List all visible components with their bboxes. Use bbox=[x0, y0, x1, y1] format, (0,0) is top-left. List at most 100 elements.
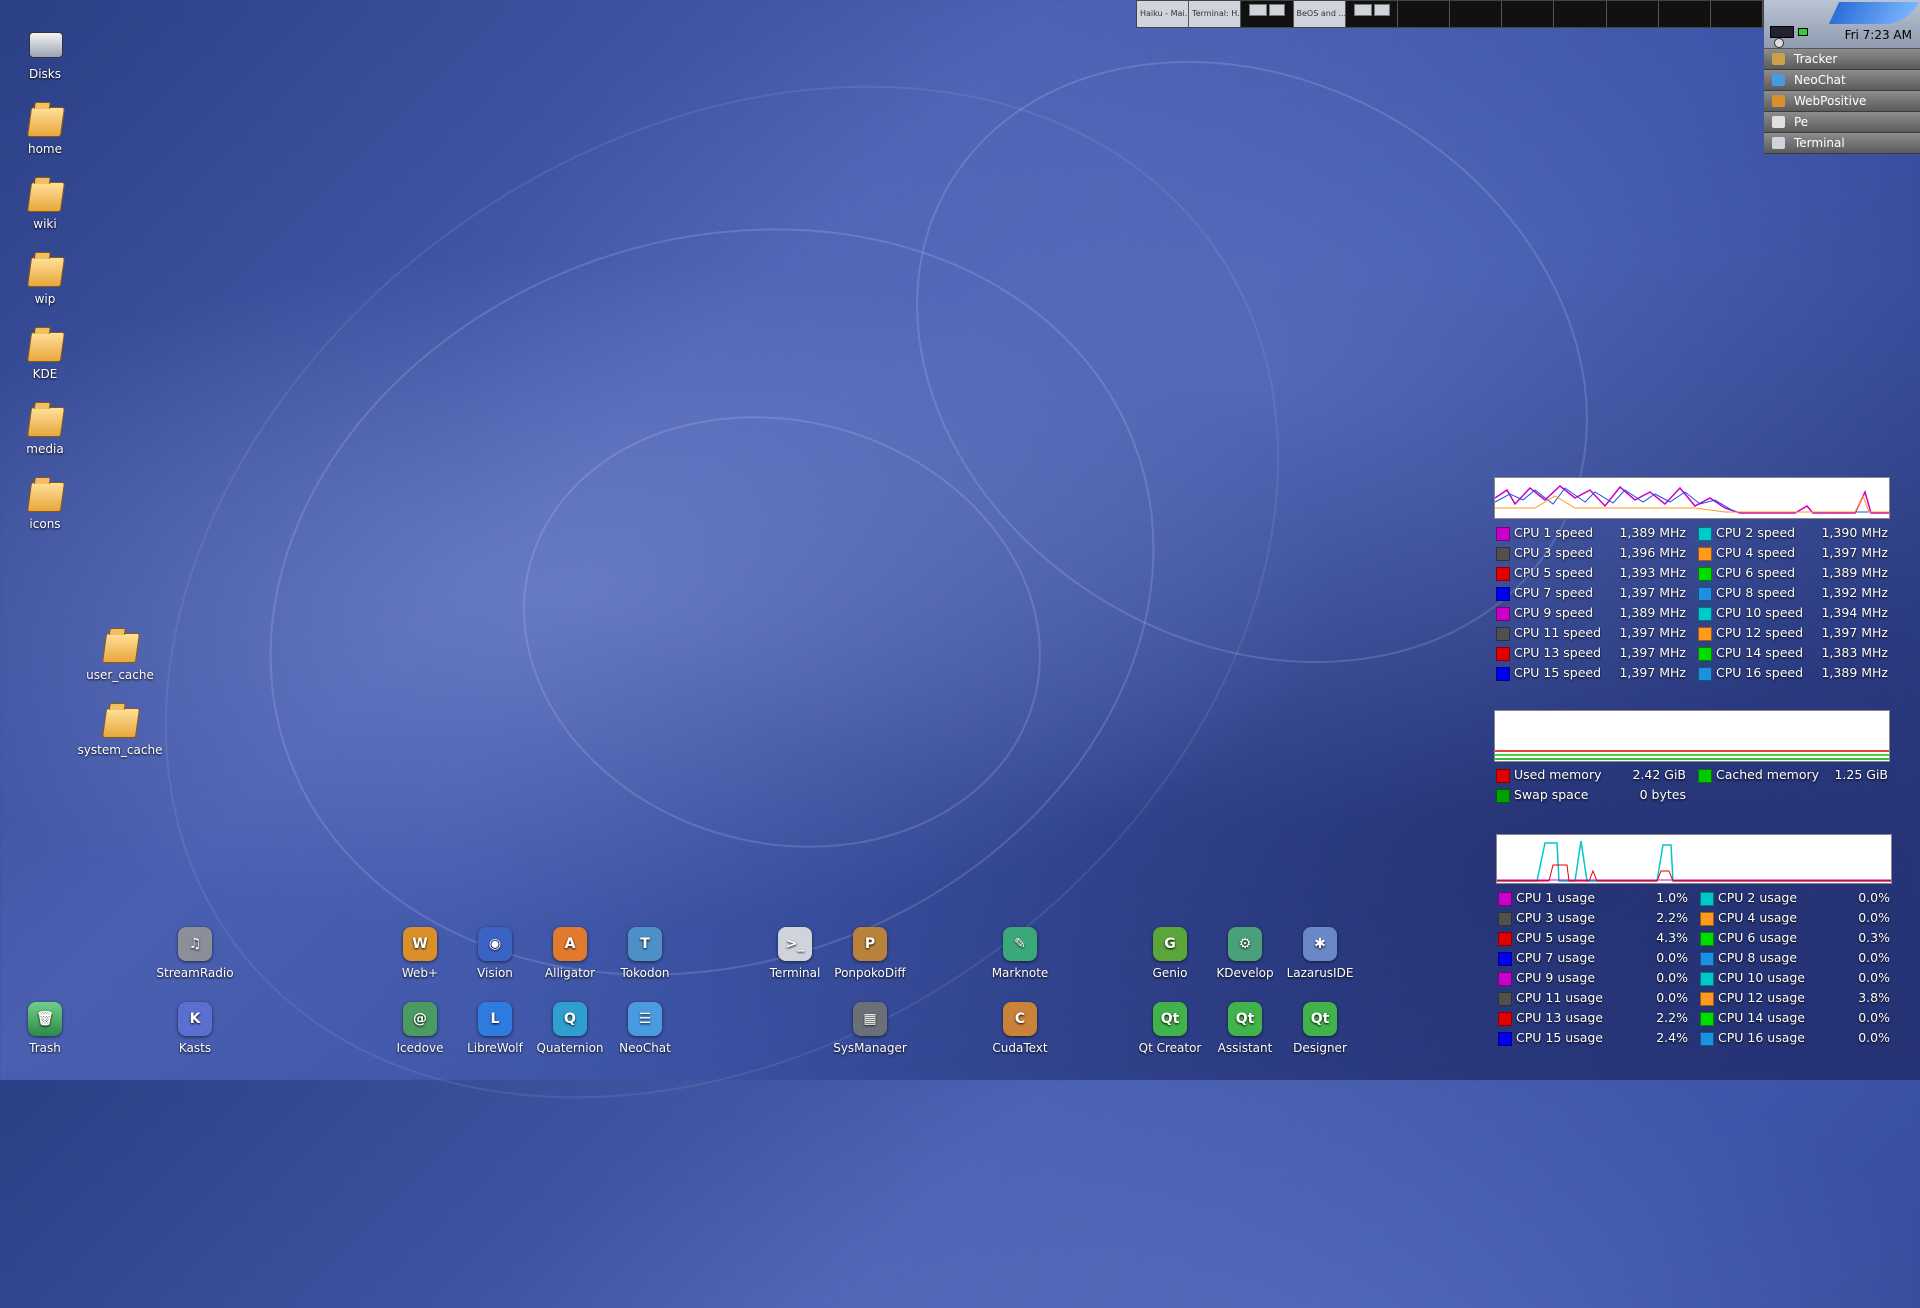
legend-swatch bbox=[1700, 912, 1714, 926]
desktop-icon-label: wiki bbox=[33, 217, 57, 231]
desktop-icon-user-cache[interactable]: user_cache bbox=[75, 627, 165, 682]
legend-value: 0.0% bbox=[1858, 1010, 1890, 1025]
legend-value: 0 bytes bbox=[1639, 787, 1686, 802]
legend-entry: CPU 4 usage 0.0% bbox=[1698, 908, 1890, 928]
workspace-10[interactable] bbox=[1607, 1, 1659, 27]
app-icon-label: LibreWolf bbox=[467, 1041, 523, 1055]
folder-icon bbox=[25, 326, 66, 364]
deskbar-item-terminal[interactable]: Terminal bbox=[1764, 133, 1920, 154]
legend-swatch bbox=[1496, 627, 1510, 641]
workspace-8[interactable] bbox=[1502, 1, 1555, 27]
trash-glyph: 🗑 bbox=[28, 1002, 62, 1036]
app-icon-label: KDevelop bbox=[1216, 966, 1274, 980]
legend-value: 0.0% bbox=[1858, 910, 1890, 925]
legend-entry: CPU 7 speed 1,397 MHz bbox=[1494, 583, 1686, 603]
legend-value: 0.0% bbox=[1858, 950, 1890, 965]
desktop-icon-media[interactable]: media bbox=[0, 401, 90, 456]
workspace-4[interactable]: BeOS and ... bbox=[1293, 1, 1346, 27]
app-icon-cudatext[interactable]: C CudaText bbox=[975, 1000, 1065, 1055]
workspace-11[interactable] bbox=[1659, 1, 1711, 27]
battery-icon[interactable] bbox=[1798, 28, 1808, 36]
app-icon-lazaruside[interactable]: ✱ LazarusIDE bbox=[1275, 925, 1365, 980]
app-glyph: W bbox=[403, 927, 437, 961]
legend-swatch bbox=[1698, 567, 1712, 581]
app-icon-label: Icedove bbox=[396, 1041, 444, 1055]
app-icon-label: LazarusIDE bbox=[1286, 966, 1354, 980]
cpu-usage-line-red bbox=[1497, 864, 1891, 882]
app-glyph: G bbox=[1153, 927, 1187, 961]
workspace-6[interactable] bbox=[1398, 1, 1451, 27]
app-icon-ponpokodiff[interactable]: P PonpokoDiff bbox=[825, 925, 915, 980]
trash-can-icon: 🗑 bbox=[25, 1000, 65, 1038]
legend-value: 1,383 MHz bbox=[1821, 645, 1888, 660]
workspace-7[interactable] bbox=[1450, 1, 1503, 27]
legend-name: Cached memory bbox=[1716, 767, 1820, 782]
legend-swatch bbox=[1698, 769, 1712, 783]
network-icon[interactable] bbox=[1774, 38, 1784, 48]
desktop-icon-wip[interactable]: wip bbox=[0, 251, 90, 306]
app-icon-kasts[interactable]: K Kasts bbox=[150, 1000, 240, 1055]
deskbar-item-webpositive[interactable]: WebPositive bbox=[1764, 91, 1920, 112]
app-icon-neochat[interactable]: ☰ NeoChat bbox=[600, 1000, 690, 1055]
app-glyph: P bbox=[853, 927, 887, 961]
workspace-9[interactable] bbox=[1554, 1, 1607, 27]
neochat-icon bbox=[1772, 74, 1785, 86]
workspace-window bbox=[1353, 4, 1372, 16]
legend-swatch bbox=[1498, 972, 1512, 986]
folder-icon bbox=[100, 627, 141, 665]
folder-icon bbox=[100, 702, 141, 740]
deskbar-clock[interactable]: Fri 7:23 AM bbox=[1845, 28, 1912, 42]
legend-swatch bbox=[1498, 992, 1512, 1006]
haiku-leaf-icon bbox=[1828, 2, 1920, 24]
legend-value: 0.0% bbox=[1656, 970, 1688, 985]
folder-shape bbox=[101, 633, 141, 663]
deskbar-item-pe[interactable]: Pe bbox=[1764, 112, 1920, 133]
workspace-1[interactable]: Haiku - Mai... bbox=[1137, 1, 1190, 27]
legend-value: 1,397 MHz bbox=[1619, 665, 1686, 680]
workspaces-switcher[interactable]: Haiku - Mai... Terminal: H... BeOS and ... bbox=[1136, 0, 1764, 28]
app-glyph: ▦ bbox=[853, 1002, 887, 1036]
legend-entry: CPU 8 speed 1,392 MHz bbox=[1696, 583, 1888, 603]
app-icon-label: Vision bbox=[477, 966, 513, 980]
app-icon-sysmanager[interactable]: ▦ SysManager bbox=[825, 1000, 915, 1055]
legend-entry: CPU 15 usage 2.4% bbox=[1496, 1028, 1688, 1048]
deskbar-item-label: WebPositive bbox=[1794, 94, 1867, 108]
desktop-icon-home[interactable]: home bbox=[0, 101, 90, 156]
app-icon-streamradio[interactable]: ♫ StreamRadio bbox=[150, 925, 240, 980]
legend-entry: CPU 10 usage 0.0% bbox=[1698, 968, 1890, 988]
legend-entry: CPU 9 usage 0.0% bbox=[1496, 968, 1688, 988]
app-icon-tokodon[interactable]: T Tokodon bbox=[600, 925, 690, 980]
app-glyph: ⚙ bbox=[1228, 927, 1262, 961]
folder-shape bbox=[101, 708, 141, 738]
cpu-monitor-icon[interactable] bbox=[1770, 26, 1794, 38]
workspace-3[interactable] bbox=[1241, 1, 1294, 27]
desktop-icon-kde[interactable]: KDE bbox=[0, 326, 90, 381]
desktop-icon-label: KDE bbox=[32, 367, 58, 381]
desktop-icon-disks[interactable]: Disks bbox=[0, 26, 90, 81]
legend-entry: CPU 1 speed 1,389 MHz bbox=[1494, 523, 1686, 543]
legend-value: 1,397 MHz bbox=[1821, 545, 1888, 560]
app-icon-designer[interactable]: Qt Designer bbox=[1275, 1000, 1365, 1055]
legend-entry: CPU 13 speed 1,397 MHz bbox=[1494, 643, 1686, 663]
desktop-icon-wiki[interactable]: wiki bbox=[0, 176, 90, 231]
deskbar-leaf-menu[interactable]: Fri 7:23 AM bbox=[1764, 0, 1920, 49]
legend-value: 3.8% bbox=[1858, 990, 1890, 1005]
cudatext-icon: C bbox=[1000, 1000, 1040, 1038]
deskbar-item-tracker[interactable]: Tracker bbox=[1764, 49, 1920, 70]
trash-icon[interactable]: 🗑 Trash bbox=[0, 1000, 90, 1055]
legend-entry: CPU 2 speed 1,390 MHz bbox=[1696, 523, 1888, 543]
desktop-icon-icons[interactable]: icons bbox=[0, 476, 90, 531]
app-glyph: ♫ bbox=[178, 927, 212, 961]
legend-entry: CPU 3 speed 1,396 MHz bbox=[1494, 543, 1686, 563]
deskbar-item-neochat[interactable]: NeoChat bbox=[1764, 70, 1920, 91]
legend-name: CPU 14 usage bbox=[1718, 1010, 1805, 1025]
workspace-12[interactable] bbox=[1711, 1, 1764, 27]
desktop-icon-system-cache[interactable]: system_cache bbox=[75, 702, 165, 757]
app-icon-label: CudaText bbox=[992, 1041, 1048, 1055]
app-glyph: ◉ bbox=[478, 927, 512, 961]
workspace-window-title: BeOS and ... bbox=[1296, 9, 1346, 18]
workspace-2[interactable]: Terminal: H... bbox=[1189, 1, 1242, 27]
app-icon-marknote[interactable]: ✎ Marknote bbox=[975, 925, 1065, 980]
workspace-5[interactable] bbox=[1346, 1, 1398, 27]
legend-entry: CPU 12 usage 3.8% bbox=[1698, 988, 1890, 1008]
